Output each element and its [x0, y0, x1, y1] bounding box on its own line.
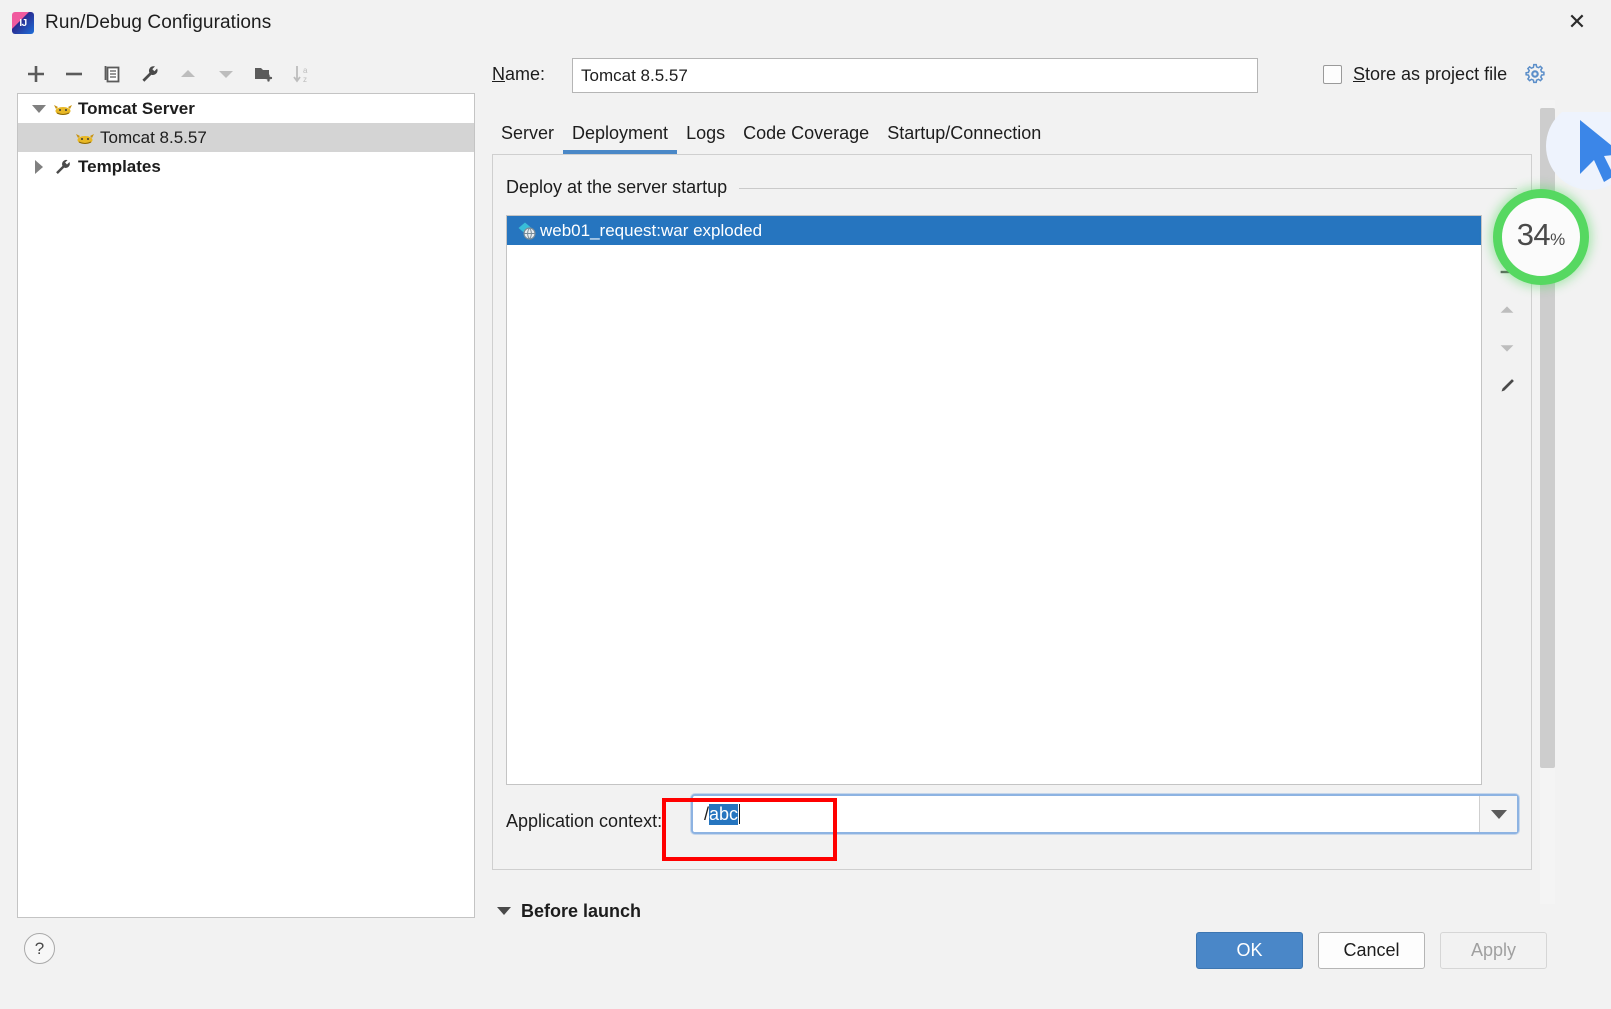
- help-button[interactable]: ?: [24, 933, 55, 964]
- context-value-selected: abc: [709, 803, 739, 825]
- vertical-scrollbar-thumb[interactable]: [1540, 108, 1555, 768]
- group-divider: [739, 188, 1517, 189]
- configuration-tabs: Server Deployment Logs Code Coverage Sta…: [492, 115, 1050, 154]
- intellij-idea-icon: [12, 12, 34, 34]
- move-down-button[interactable]: [207, 57, 245, 91]
- title-bar: Run/Debug Configurations: [0, 0, 1611, 46]
- wrench-icon: [50, 157, 76, 177]
- before-launch-label: Before launch: [521, 900, 642, 921]
- add-configuration-button[interactable]: [17, 57, 55, 91]
- tab-server[interactable]: Server: [492, 123, 563, 154]
- tab-logs[interactable]: Logs: [677, 123, 734, 154]
- checkbox-box[interactable]: [1323, 65, 1342, 84]
- deployment-panel: Deploy at the server startup web01_reque…: [492, 154, 1532, 870]
- pencil-icon[interactable]: [1490, 367, 1524, 405]
- text-caret: [739, 804, 741, 824]
- configurations-toolbar: a z: [17, 55, 475, 92]
- apply-button[interactable]: Apply: [1440, 932, 1547, 969]
- before-launch-section[interactable]: Before launch: [497, 900, 641, 922]
- svg-text:z: z: [303, 75, 307, 84]
- add-artifact-button[interactable]: [1490, 215, 1524, 253]
- expand-triangle-icon[interactable]: [28, 94, 50, 123]
- name-label: Name:: [492, 64, 546, 84]
- collapse-triangle-icon[interactable]: [28, 152, 50, 181]
- gear-icon[interactable]: [1524, 63, 1546, 85]
- tomcat-icon: [50, 100, 76, 118]
- sort-alphabetical-button[interactable]: a z: [283, 57, 321, 91]
- edit-templates-button[interactable]: [131, 57, 169, 91]
- move-artifact-up-button[interactable]: [1490, 291, 1524, 329]
- run-debug-configurations-dialog: Run/Debug Configurations ✕: [0, 0, 1611, 1009]
- configurations-tree[interactable]: Tomcat Server Tomcat 8.5.57 Templates: [17, 93, 475, 918]
- artifact-side-toolbar: [1490, 215, 1524, 565]
- move-up-button[interactable]: [169, 57, 207, 91]
- remove-configuration-button[interactable]: [55, 57, 93, 91]
- artifact-icon: [514, 221, 540, 241]
- tree-node-templates[interactable]: Templates: [18, 152, 474, 181]
- list-item-label: web01_request:war exploded: [540, 220, 763, 240]
- ok-button[interactable]: OK: [1196, 932, 1303, 969]
- tab-deployment[interactable]: Deployment: [563, 123, 678, 154]
- move-artifact-down-button[interactable]: [1490, 329, 1524, 367]
- svg-text:a: a: [303, 66, 308, 75]
- tree-node-label: Templates: [78, 156, 161, 176]
- name-input[interactable]: [572, 58, 1258, 93]
- tree-node-tomcat-8-5-57[interactable]: Tomcat 8.5.57: [18, 123, 474, 152]
- close-icon[interactable]: ✕: [1555, 6, 1599, 40]
- tomcat-icon: [72, 129, 98, 147]
- tree-node-label: Tomcat Server: [78, 98, 195, 118]
- tree-node-label: Tomcat 8.5.57: [100, 127, 207, 147]
- list-item[interactable]: web01_request:war exploded: [507, 216, 1481, 245]
- application-context-input[interactable]: / abc: [693, 796, 1479, 832]
- expand-triangle-icon[interactable]: [497, 907, 511, 915]
- application-context-label: Application context:: [506, 811, 663, 831]
- deploy-at-startup-label: Deploy at the server startup: [506, 177, 738, 198]
- chevron-down-icon[interactable]: [1479, 796, 1517, 832]
- cancel-button[interactable]: Cancel: [1318, 932, 1425, 969]
- store-as-project-file-label: Store as project file: [1353, 64, 1508, 84]
- application-context-combobox[interactable]: / abc: [691, 794, 1519, 834]
- new-folder-button[interactable]: [245, 57, 283, 91]
- tab-code-coverage[interactable]: Code Coverage: [734, 123, 878, 154]
- page-title: Run/Debug Configurations: [45, 12, 272, 33]
- tab-startup-connection[interactable]: Startup/Connection: [878, 123, 1050, 154]
- deployment-artifacts-list[interactable]: web01_request:war exploded: [506, 215, 1482, 785]
- remove-artifact-button[interactable]: [1490, 253, 1524, 291]
- store-as-project-file-checkbox[interactable]: Store as project file: [1323, 64, 1507, 85]
- copy-configuration-button[interactable]: [93, 57, 131, 91]
- tree-node-tomcat-server[interactable]: Tomcat Server: [18, 94, 474, 123]
